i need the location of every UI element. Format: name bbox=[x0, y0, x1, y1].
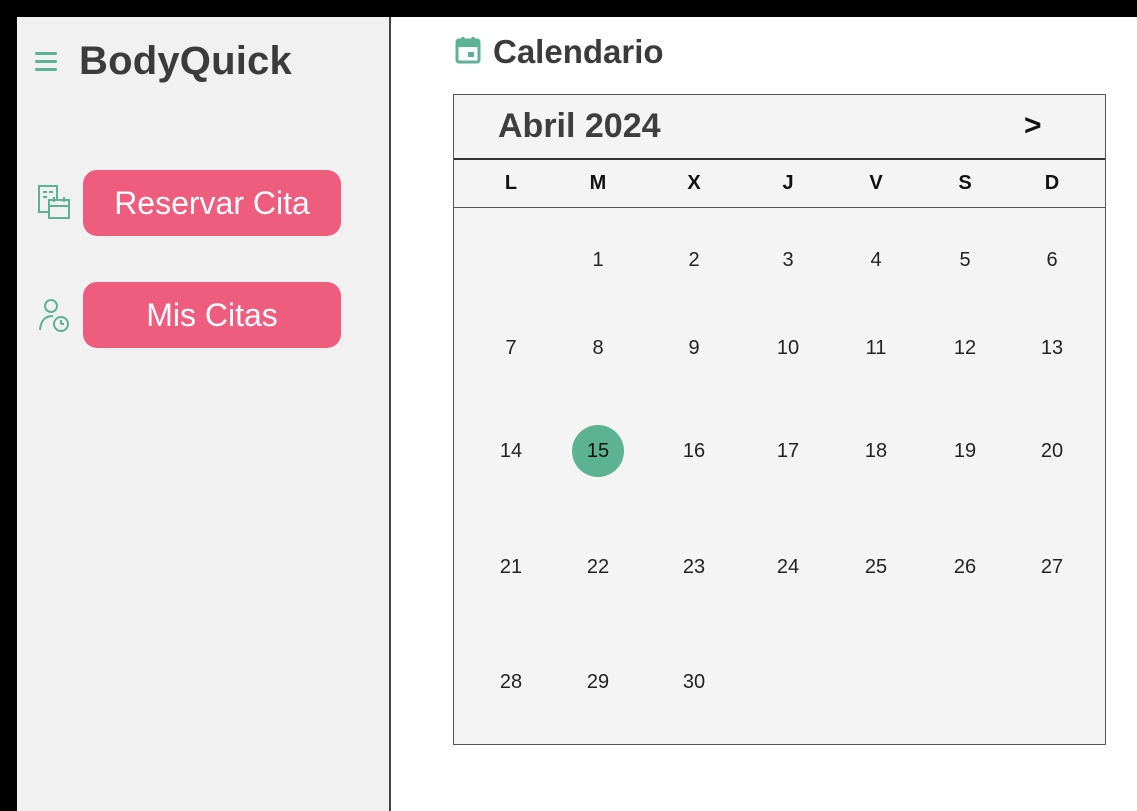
sidebar: BodyQuick Reservar Cita Mis Citas bbox=[17, 17, 391, 811]
calendar-day[interactable]: 23 bbox=[668, 541, 720, 593]
mis-citas-button[interactable]: Mis Citas bbox=[83, 282, 341, 348]
page-title-text: Calendario bbox=[493, 33, 664, 70]
brand: BodyQuick bbox=[35, 39, 292, 84]
calendar-day[interactable]: 30 bbox=[668, 656, 720, 708]
calendar-day[interactable]: 6 bbox=[1026, 234, 1078, 286]
calendar-day[interactable]: 18 bbox=[850, 425, 902, 477]
calendar-day[interactable]: 20 bbox=[1026, 425, 1078, 477]
weekday-label: J bbox=[782, 172, 794, 194]
calendar-day[interactable]: 14 bbox=[485, 425, 537, 477]
calendar-day[interactable]: 28 bbox=[485, 656, 537, 708]
menu-icon[interactable] bbox=[35, 49, 69, 75]
booking-icon bbox=[33, 182, 75, 224]
calendar-day[interactable]: 7 bbox=[485, 322, 537, 374]
calendar-day[interactable]: 27 bbox=[1026, 541, 1078, 593]
calendar-day[interactable]: 19 bbox=[939, 425, 991, 477]
calendar-day[interactable]: 10 bbox=[762, 322, 814, 374]
calendar-icon bbox=[455, 36, 481, 69]
weekday-label: X bbox=[687, 172, 701, 194]
month-label: Abril 2024 bbox=[498, 107, 661, 145]
reservar-cita-button[interactable]: Reservar Cita bbox=[83, 170, 341, 236]
calendar-day[interactable]: 26 bbox=[939, 541, 991, 593]
calendar-day[interactable]: 3 bbox=[762, 234, 814, 286]
weekday-label: D bbox=[1044, 172, 1060, 194]
main-content: Calendario Abril 2024 > LMXJVSD 12345678… bbox=[393, 17, 1137, 811]
brand-title: BodyQuick bbox=[79, 39, 292, 83]
calendar-day[interactable]: 12 bbox=[939, 322, 991, 374]
calendar-day[interactable]: 25 bbox=[850, 541, 902, 593]
weekday-label: M bbox=[589, 172, 607, 194]
calendar: Abril 2024 > LMXJVSD 1 2 3 4 5 6 7 8 9 10 11 12 13 14… bbox=[453, 94, 1106, 745]
calendar-day[interactable]: 2 bbox=[668, 234, 720, 286]
calendar-day[interactable]: 24 bbox=[762, 541, 814, 593]
calendar-day[interactable]: 5 bbox=[939, 234, 991, 286]
calendar-day[interactable]: 11 bbox=[850, 322, 902, 374]
calendar-header: Abril 2024 > bbox=[454, 95, 1105, 160]
days-grid: 1 2 3 4 5 6 7 8 9 10 11 12 13 14 15 16 17 18 19 20 21 22 23 24 2… bbox=[454, 208, 1105, 744]
calendar-day[interactable]: 29 bbox=[572, 656, 624, 708]
app-window: BodyQuick Reservar Cita Mis Citas Calend… bbox=[17, 17, 1137, 811]
calendar-day[interactable]: 17 bbox=[762, 425, 814, 477]
calendar-day[interactable]: 4 bbox=[850, 234, 902, 286]
weekday-label: V bbox=[869, 172, 883, 194]
weekday-label: L bbox=[504, 172, 518, 194]
calendar-day[interactable]: 13 bbox=[1026, 322, 1078, 374]
calendar-day[interactable]: 22 bbox=[572, 541, 624, 593]
user-clock-icon bbox=[33, 294, 75, 336]
weekday-label: S bbox=[958, 172, 972, 194]
page-title: Calendario bbox=[455, 33, 664, 71]
calendar-day[interactable]: 1 bbox=[572, 234, 624, 286]
calendar-day[interactable]: 21 bbox=[485, 541, 537, 593]
next-month-button[interactable]: > bbox=[1024, 109, 1042, 143]
sidebar-item-mis-citas[interactable]: Mis Citas bbox=[33, 282, 341, 348]
calendar-day[interactable]: 9 bbox=[668, 322, 720, 374]
sidebar-item-reservar-cita[interactable]: Reservar Cita bbox=[33, 170, 341, 236]
calendar-day[interactable]: 8 bbox=[572, 322, 624, 374]
selected-day[interactable]: 15 bbox=[572, 425, 624, 477]
calendar-day[interactable]: 16 bbox=[668, 425, 720, 477]
weekday-header: LMXJVSD bbox=[454, 160, 1105, 208]
